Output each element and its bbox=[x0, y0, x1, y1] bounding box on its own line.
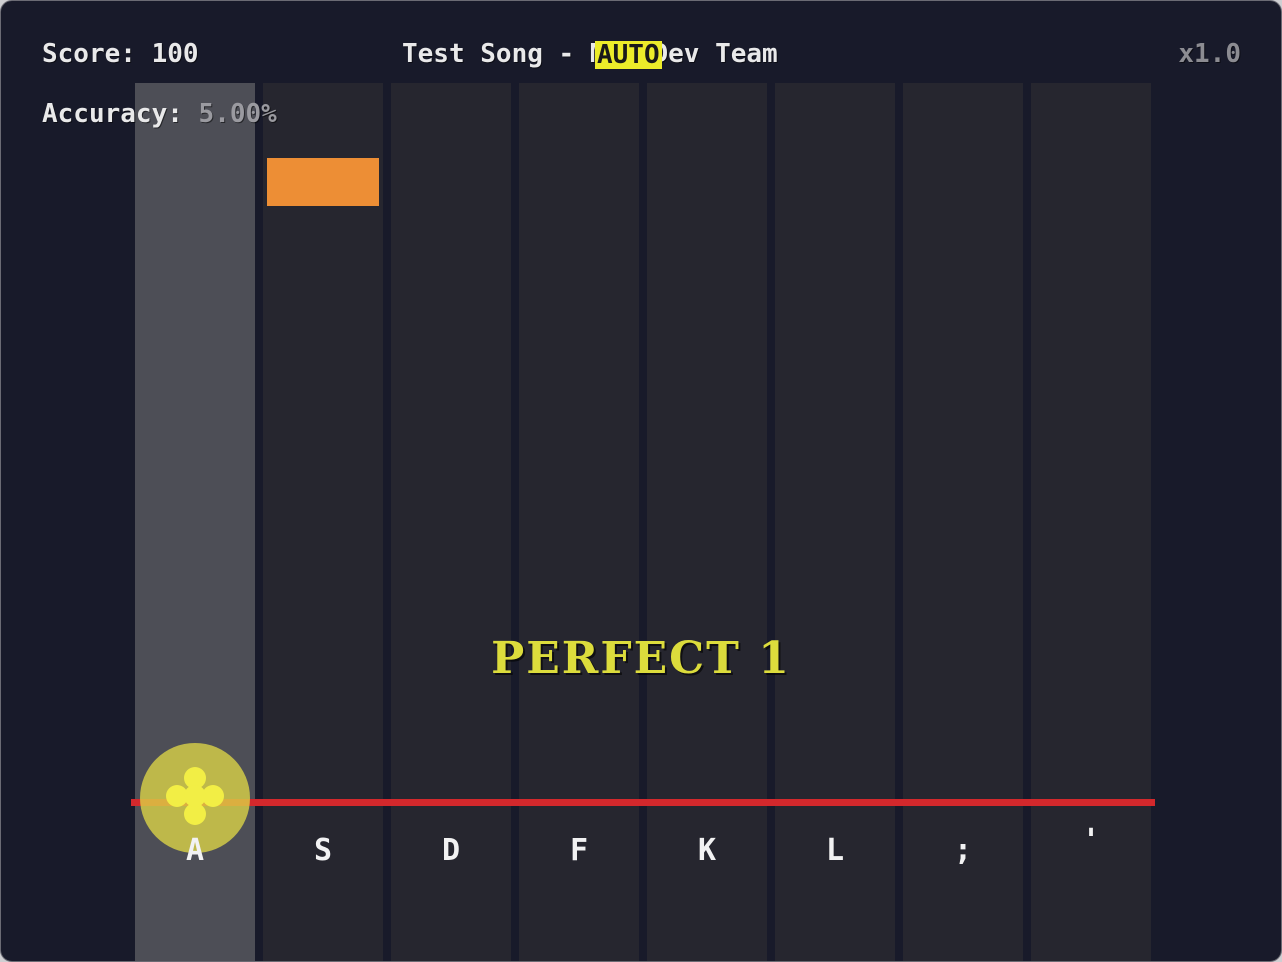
lane-f[interactable] bbox=[519, 83, 639, 961]
lane-d[interactable] bbox=[391, 83, 511, 961]
judgement-text: PERFECT 1 bbox=[491, 633, 791, 684]
accuracy-label: Accuracy: bbox=[42, 99, 199, 129]
hit-line bbox=[131, 799, 1155, 806]
accuracy-display: Accuracy: 5.00% bbox=[42, 99, 277, 129]
key-label-semicolon: ; bbox=[953, 833, 973, 868]
game-window: Score: 100 Accuracy: 5.00% Test Song - M… bbox=[0, 0, 1282, 962]
accuracy-value: 5.00% bbox=[198, 99, 277, 129]
key-label-f: F bbox=[569, 833, 589, 868]
key-label-s: S bbox=[313, 833, 333, 868]
score-display: Score: 100 bbox=[42, 39, 199, 69]
lane-semicolon[interactable] bbox=[903, 83, 1023, 961]
speed-multiplier: x1.0 bbox=[1178, 39, 1241, 69]
lane-l[interactable] bbox=[775, 83, 895, 961]
lane-s[interactable] bbox=[263, 83, 383, 961]
key-label-quote: ' bbox=[1081, 823, 1101, 858]
auto-play-badge: AUTO bbox=[595, 40, 662, 70]
key-label-d: D bbox=[441, 833, 461, 868]
key-label-l: L bbox=[825, 833, 845, 868]
key-label-k: K bbox=[697, 833, 717, 868]
song-title: Test Song - Meu Dev Team bbox=[402, 39, 778, 69]
lane-k[interactable] bbox=[647, 83, 767, 961]
falling-note bbox=[267, 158, 379, 206]
hit-petal bbox=[184, 785, 206, 807]
key-label-a: A bbox=[185, 833, 205, 868]
